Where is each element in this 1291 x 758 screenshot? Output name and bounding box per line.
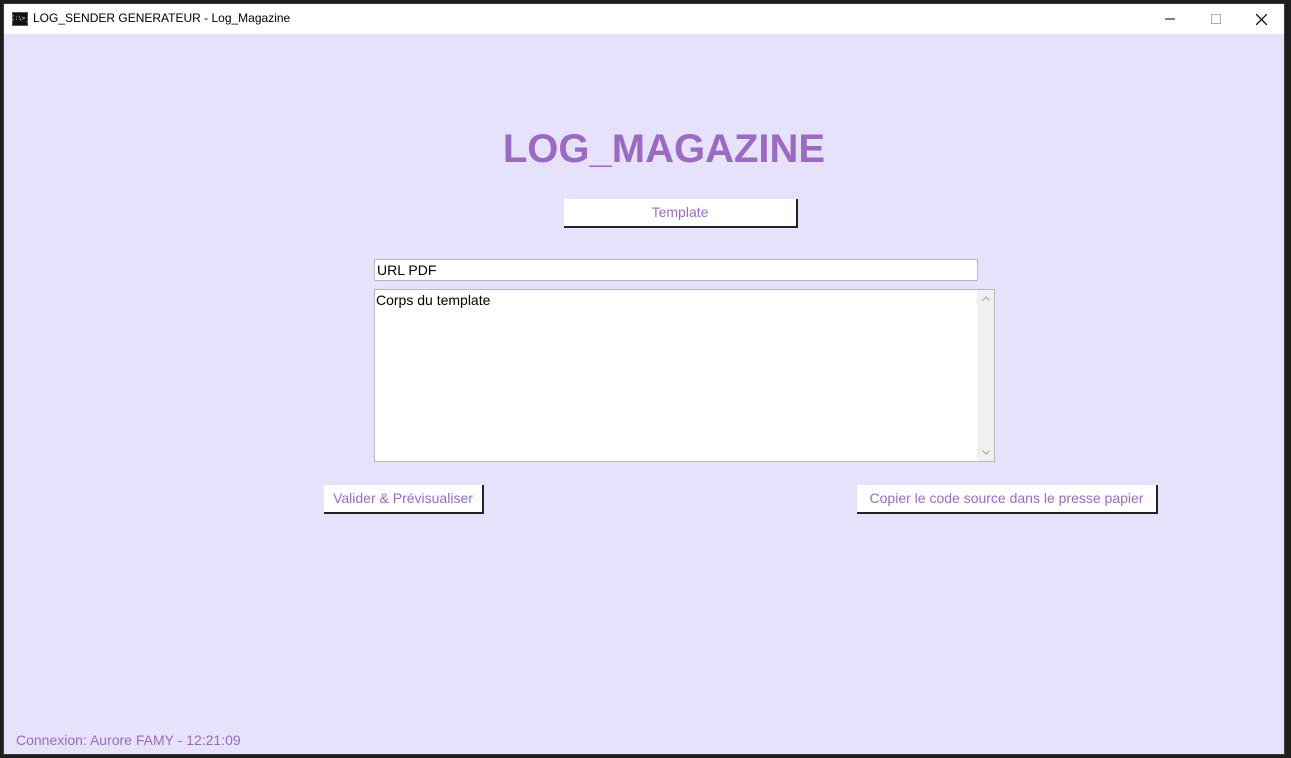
main-content: LOG_MAGAZINE Template URL PDF Corps du t… [4,34,1284,754]
validate-preview-button[interactable]: Valider & Prévisualiser [324,485,484,514]
copy-source-button[interactable]: Copier le code source dans le presse pap… [857,485,1158,514]
maximize-button[interactable] [1193,4,1239,34]
scroll-up-button[interactable] [977,290,994,307]
template-button[interactable]: Template [564,199,798,228]
minimize-icon [1165,18,1175,20]
close-button[interactable] [1238,4,1284,34]
textarea-scrollbar[interactable] [977,290,994,461]
template-body-text: Corps du template [376,292,491,308]
window-title: LOG_SENDER GENERATEUR - Log_Magazine [33,11,291,25]
title-bar[interactable]: C:\>_ LOG_SENDER GENERATEUR - Log_Magazi… [4,4,1284,34]
connection-status: Connexion: Aurore FAMY - 12:21:09 [16,732,241,748]
close-icon [1255,13,1267,25]
chevron-up-icon [981,296,990,301]
app-icon-label: C:\>_ [10,15,30,22]
template-body-textarea[interactable]: Corps du template [374,289,995,462]
desktop-background: C:\>_ LOG_SENDER GENERATEUR - Log_Magazi… [0,0,1291,758]
chevron-down-icon [981,450,990,455]
app-window: C:\>_ LOG_SENDER GENERATEUR - Log_Magazi… [4,4,1284,754]
scroll-down-button[interactable] [977,444,994,461]
minimize-button[interactable] [1147,4,1193,34]
page-title: LOG_MAGAZINE [502,127,826,171]
url-pdf-input[interactable]: URL PDF [374,259,978,281]
terminal-icon: C:\>_ [10,12,30,26]
maximize-icon [1211,14,1221,24]
